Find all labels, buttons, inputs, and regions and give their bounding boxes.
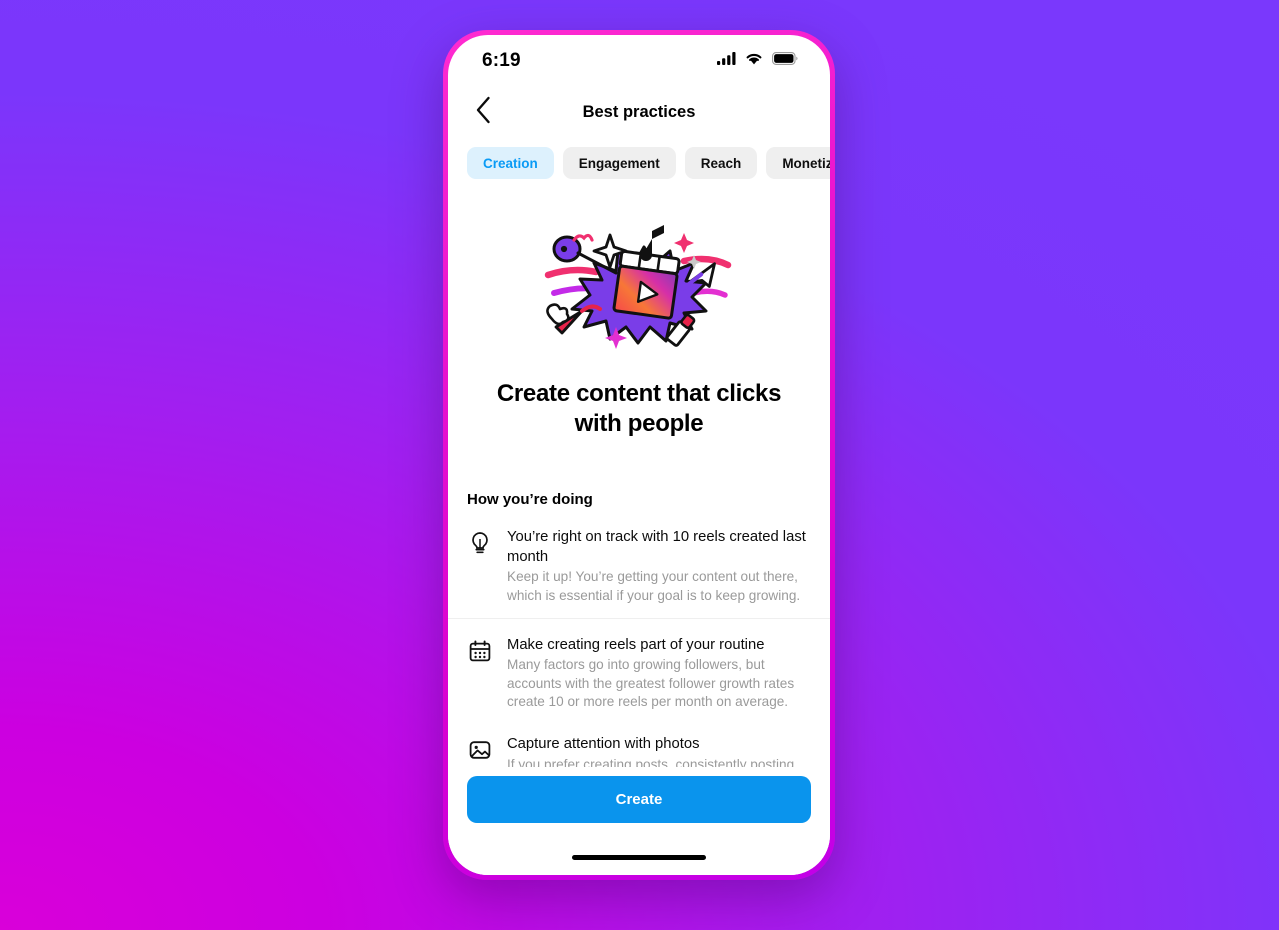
phone-screen: 6:19 Best practices Creation Engagement … <box>448 35 830 875</box>
tip-desc: Many factors go into growing followers, … <box>507 657 795 709</box>
status-bar: 6:19 <box>448 35 830 87</box>
back-button[interactable] <box>466 95 500 129</box>
create-button[interactable]: Create <box>467 776 811 823</box>
tip-desc: If you prefer creating posts, consistent… <box>507 756 795 767</box>
tip-title: You’re right on track with 10 reels crea… <box>507 529 806 565</box>
tip-title: Make creating reels part of your routine <box>507 636 765 653</box>
hero-illustration-wrap <box>448 189 830 367</box>
list-item[interactable]: Make creating reels part of your routine… <box>448 617 830 724</box>
tip-text: Make creating reels part of your routine… <box>507 636 810 711</box>
chevron-left-icon <box>475 96 492 129</box>
cellular-signal-icon <box>717 52 736 70</box>
wifi-icon <box>745 52 763 70</box>
home-indicator <box>572 855 706 860</box>
background-gradient: 6:19 Best practices Creation Engagement … <box>0 0 1279 930</box>
battery-icon <box>772 52 798 70</box>
list-item[interactable]: Capture attention with photos If you pre… <box>448 724 830 767</box>
lightbulb-icon <box>467 530 493 556</box>
tip-list: You’re right on track with 10 reels crea… <box>448 517 830 767</box>
tab-monetization[interactable]: Monetization <box>766 147 830 179</box>
status-icons <box>717 52 798 70</box>
tip-title: Capture attention with photos <box>507 736 700 753</box>
hero-title: Create content that clicks with people <box>496 380 782 438</box>
list-item[interactable]: You’re right on track with 10 reels crea… <box>448 517 830 617</box>
tab-row[interactable]: Creation Engagement Reach Monetization <box>448 137 830 189</box>
page-title: Best practices <box>582 102 696 121</box>
tip-text: You’re right on track with 10 reels crea… <box>507 528 810 604</box>
photo-icon <box>467 737 493 763</box>
tab-reach[interactable]: Reach <box>684 147 758 179</box>
tip-text: Capture attention with photos If you pre… <box>507 735 810 767</box>
calendar-icon <box>467 638 493 664</box>
nav-bar: Best practices <box>448 87 830 137</box>
section-heading: How you’re doing <box>467 491 593 509</box>
tip-desc: Keep it up! You’re getting your content … <box>507 569 801 603</box>
scroll-content[interactable]: Create content that clicks with people H… <box>448 189 830 767</box>
phone-frame: 6:19 Best practices Creation Engagement … <box>443 30 835 880</box>
footer-bar: Create <box>448 767 830 875</box>
tab-engagement[interactable]: Engagement <box>562 147 676 179</box>
tab-creation[interactable]: Creation <box>467 147 554 179</box>
reels-creation-burst-illustration <box>534 209 744 364</box>
status-time: 6:19 <box>482 50 521 71</box>
